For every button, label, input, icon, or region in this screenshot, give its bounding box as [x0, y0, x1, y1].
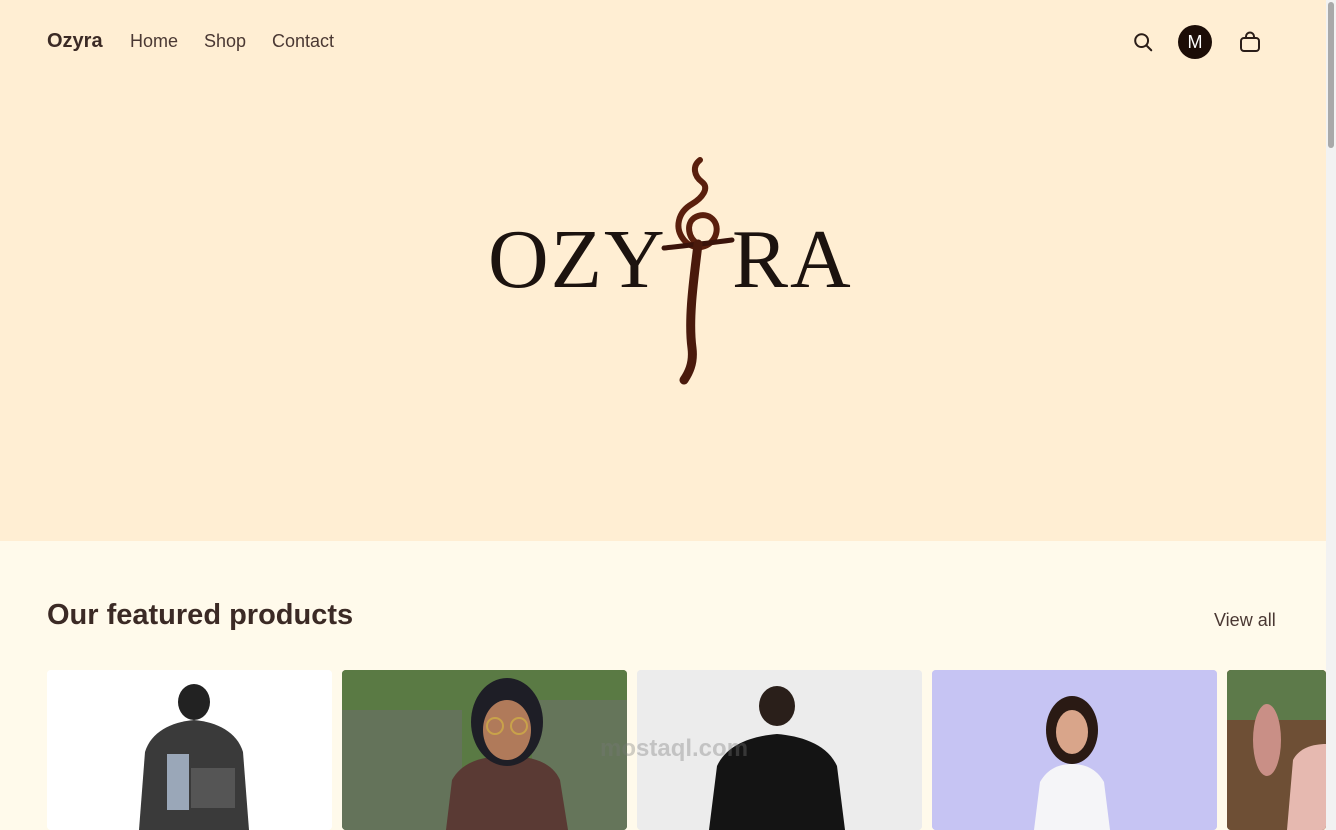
featured-products-heading: Our featured products [47, 599, 354, 631]
product-card-top[interactable] [932, 670, 1217, 830]
nav-link-shop[interactable]: Shop [204, 31, 246, 52]
product-card-partial[interactable] [1227, 670, 1326, 830]
product-image [47, 670, 332, 830]
nav-link-home[interactable]: Home [130, 31, 178, 52]
nav-link-contact[interactable]: Contact [272, 31, 334, 52]
search-button[interactable] [1128, 27, 1158, 57]
page-scrollbar[interactable] [1326, 0, 1336, 830]
brand-logo-link[interactable]: Ozyra [47, 30, 103, 53]
product-image [1227, 670, 1326, 830]
search-icon [1134, 33, 1153, 52]
cart-button[interactable] [1234, 26, 1266, 58]
hero-logo-text-left: OZY [488, 213, 667, 306]
ankh-monogram-mark [661, 157, 735, 385]
product-image [342, 670, 627, 830]
product-image [932, 670, 1217, 830]
hero-logo: OZY RA [478, 148, 874, 388]
hero-logo-text-right: RA [732, 213, 853, 306]
scrollbar-thumb[interactable] [1328, 2, 1334, 148]
avatar-initial: M [1187, 31, 1203, 52]
shopping-bag-icon [1240, 31, 1260, 52]
product-card-abaya[interactable] [342, 670, 627, 830]
account-avatar-button[interactable]: M [1178, 25, 1212, 59]
watermark: mostaql.com [600, 735, 749, 762]
view-all-link[interactable]: View all [1214, 610, 1276, 631]
product-card-hoodie[interactable] [47, 670, 332, 830]
site-header: Ozyra Home Shop Contact M [0, 0, 1326, 84]
